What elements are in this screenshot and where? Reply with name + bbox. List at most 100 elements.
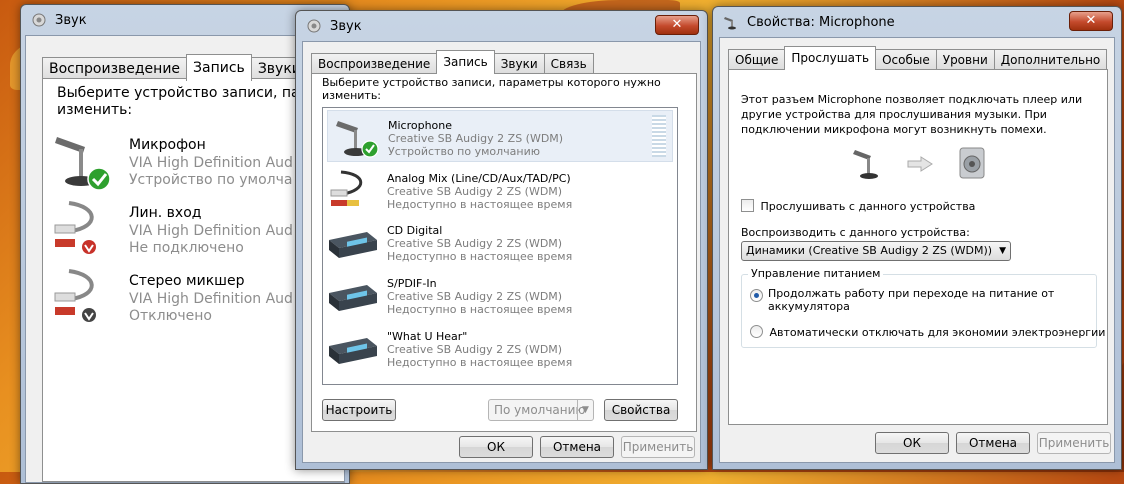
tab-sounds[interactable]: Звуки <box>493 53 545 74</box>
set-default-dropdown[interactable]: По умолчанию ▼ <box>488 399 594 421</box>
device-status: Недоступно в настоящее время <box>387 356 573 369</box>
device-status: Недоступно в настоящее время <box>387 303 573 316</box>
apply-button[interactable]: Применить <box>1037 432 1111 454</box>
tab-custom[interactable]: Особые <box>875 49 937 70</box>
digital-port-icon <box>329 285 377 311</box>
radio-auto-off-row[interactable]: Автоматически отключать для экономии эле… <box>750 325 1105 339</box>
rca-cable-icon <box>54 269 96 322</box>
device-status: Устройство по умолчанию <box>388 145 541 158</box>
device-status: Отключено <box>129 308 212 324</box>
device-name: Стерео микшер <box>129 273 245 289</box>
ok-button[interactable]: ОК <box>459 436 533 458</box>
speaker-settings-icon <box>307 19 321 33</box>
device-name: Микрофон <box>129 137 206 153</box>
tab-levels[interactable]: Уровни <box>935 49 995 70</box>
device-status: Недоступно в настоящее время <box>387 250 573 263</box>
power-management-group: Управление питанием Продолжать работу пр… <box>741 267 1105 348</box>
device-status: Не подключено <box>129 240 244 256</box>
device-status: Недоступно в настоящее время <box>387 198 573 211</box>
tab-strip: Общие Прослушать Особые Уровни Дополните… <box>728 46 1108 70</box>
microphone-icon <box>853 150 878 179</box>
device-driver: VIA High Definition Aud <box>129 291 293 307</box>
device-name: "What U Hear" <box>387 330 468 343</box>
window-title: Звук <box>55 12 87 28</box>
apply-button[interactable]: Применить <box>621 436 695 458</box>
close-button[interactable]: ✕ <box>1069 11 1113 31</box>
device-item[interactable]: CD Digital Creative SB Audigy 2 ZS (WDM)… <box>323 216 677 268</box>
playback-device-select[interactable]: Динамики (Creative SB Audigy 2 ZS (WDM))… <box>741 241 1011 261</box>
listen-checkbox[interactable] <box>741 199 754 212</box>
radio-continue-label: Продолжать работу при переходе на питани… <box>768 287 1055 300</box>
properties-button[interactable]: Свойства <box>604 399 678 421</box>
sound-dialog: Звук ✕ Воспроизведение Запись Звуки Связ… <box>295 10 708 470</box>
device-name: S/PDIF-In <box>387 277 437 290</box>
tab-communications[interactable]: Связь <box>543 53 594 74</box>
device-driver: Creative SB Audigy 2 ZS (WDM) <box>387 290 563 303</box>
speaker-settings-icon <box>32 13 46 27</box>
device-name: Analog Mix (Line/CD/Aux/TAD/PC) <box>387 172 571 185</box>
microphone-icon <box>724 17 736 30</box>
cancel-button[interactable]: Отмена <box>540 436 614 458</box>
radio-auto-off-label: Автоматически отключать для экономии эле… <box>769 326 1106 339</box>
chevron-down-icon: ▼ <box>999 246 1006 256</box>
chevron-down-icon: ▼ <box>577 400 593 420</box>
device-list[interactable]: Microphone Creative SB Audigy 2 ZS (WDM)… <box>322 107 678 385</box>
close-button[interactable]: ✕ <box>655 15 699 35</box>
rca-cable-icon <box>54 201 96 254</box>
rca-cable-icon <box>330 170 363 206</box>
digital-port-icon <box>329 232 377 258</box>
tab-strip: Воспроизведение Запись Звуки Связь <box>311 50 594 74</box>
dialog-body: Общие Прослушать Особые Уровни Дополните… <box>719 37 1115 463</box>
arrow-right-icon <box>907 156 933 172</box>
digital-port-icon <box>329 338 377 364</box>
tab-playback[interactable]: Воспроизведение <box>311 53 438 74</box>
ok-button[interactable]: ОК <box>875 432 949 454</box>
tab-advanced[interactable]: Дополнительно <box>993 49 1108 70</box>
configure-button[interactable]: Настроить <box>322 399 396 421</box>
cancel-button[interactable]: Отмена <box>956 432 1030 454</box>
device-driver: Creative SB Audigy 2 ZS (WDM) <box>388 132 564 145</box>
radio-continue[interactable] <box>750 289 763 302</box>
group-label: Управление питанием <box>748 267 884 280</box>
device-item[interactable]: Стерео микшер VIA High Definition Aud От… <box>43 263 303 331</box>
titlebar[interactable]: Звук ✕ <box>296 11 707 41</box>
listen-checkbox-row[interactable]: Прослушивать с данного устройства <box>741 199 975 213</box>
radio-auto-off[interactable] <box>750 325 763 338</box>
radio-continue-row[interactable]: Продолжать работу при переходе на питани… <box>750 287 1054 313</box>
tab-listen[interactable]: Прослушать <box>784 46 877 70</box>
microphone-icon <box>55 137 111 191</box>
device-item[interactable]: Микрофон VIA High Definition Aud Устройс… <box>43 127 303 195</box>
radio-continue-label-cont: аккумулятора <box>768 300 850 313</box>
device-name: Лин. вход <box>129 205 202 221</box>
playback-label: Воспроизводить с данного устройства: <box>741 226 970 239</box>
tab-recording[interactable]: Запись <box>436 50 495 74</box>
window-title: Свойства: Microphone <box>747 14 895 30</box>
microphone-icon <box>336 121 379 158</box>
device-driver: Creative SB Audigy 2 ZS (WDM) <box>387 237 563 250</box>
tab-recording[interactable]: Запись <box>186 54 252 81</box>
instruction-text: Выберите устройство записи, пара изменит… <box>57 85 318 118</box>
device-item-selected[interactable]: Microphone Creative SB Audigy 2 ZS (WDM)… <box>327 110 673 162</box>
titlebar[interactable]: Свойства: Microphone ✕ <box>713 7 1121 37</box>
tab-strip: Воспроизведение Запись Звуки С <box>42 54 331 81</box>
microphone-properties-dialog: Свойства: Microphone ✕ Общие Прослушать … <box>712 6 1122 470</box>
tab-general[interactable]: Общие <box>728 49 786 70</box>
device-name: Microphone <box>388 119 453 132</box>
dialog-body: Воспроизведение Запись Звуки Связь Выбер… <box>302 41 701 463</box>
instruction-text: Выберите устройство записи, параметры ко… <box>322 76 661 102</box>
listen-checkbox-label: Прослушивать с данного устройства <box>760 200 976 213</box>
device-item[interactable]: "What U Hear" Creative SB Audigy 2 ZS (W… <box>323 322 677 374</box>
playback-device-value: Динамики (Creative SB Audigy 2 ZS (WDM)) <box>746 244 993 257</box>
device-driver: VIA High Definition Aud <box>129 223 293 239</box>
device-driver: Creative SB Audigy 2 ZS (WDM) <box>387 343 563 356</box>
speaker-icon <box>959 147 985 179</box>
window-title: Звук <box>330 18 362 34</box>
tab-panel: Выберите устройство записи, параметры ко… <box>311 73 697 432</box>
device-driver: Creative SB Audigy 2 ZS (WDM) <box>387 185 563 198</box>
device-item[interactable]: Analog Mix (Line/CD/Aux/TAD/PC) Creative… <box>323 164 677 216</box>
device-item[interactable]: Лин. вход VIA High Definition Aud Не под… <box>43 195 303 263</box>
set-default-label: По умолчанию <box>494 403 586 417</box>
device-status: Устройство по умолча <box>129 172 293 188</box>
device-item[interactable]: S/PDIF-In Creative SB Audigy 2 ZS (WDM) … <box>323 269 677 321</box>
tab-panel: Этот разъем Microphone позволяет подключ… <box>728 69 1108 425</box>
